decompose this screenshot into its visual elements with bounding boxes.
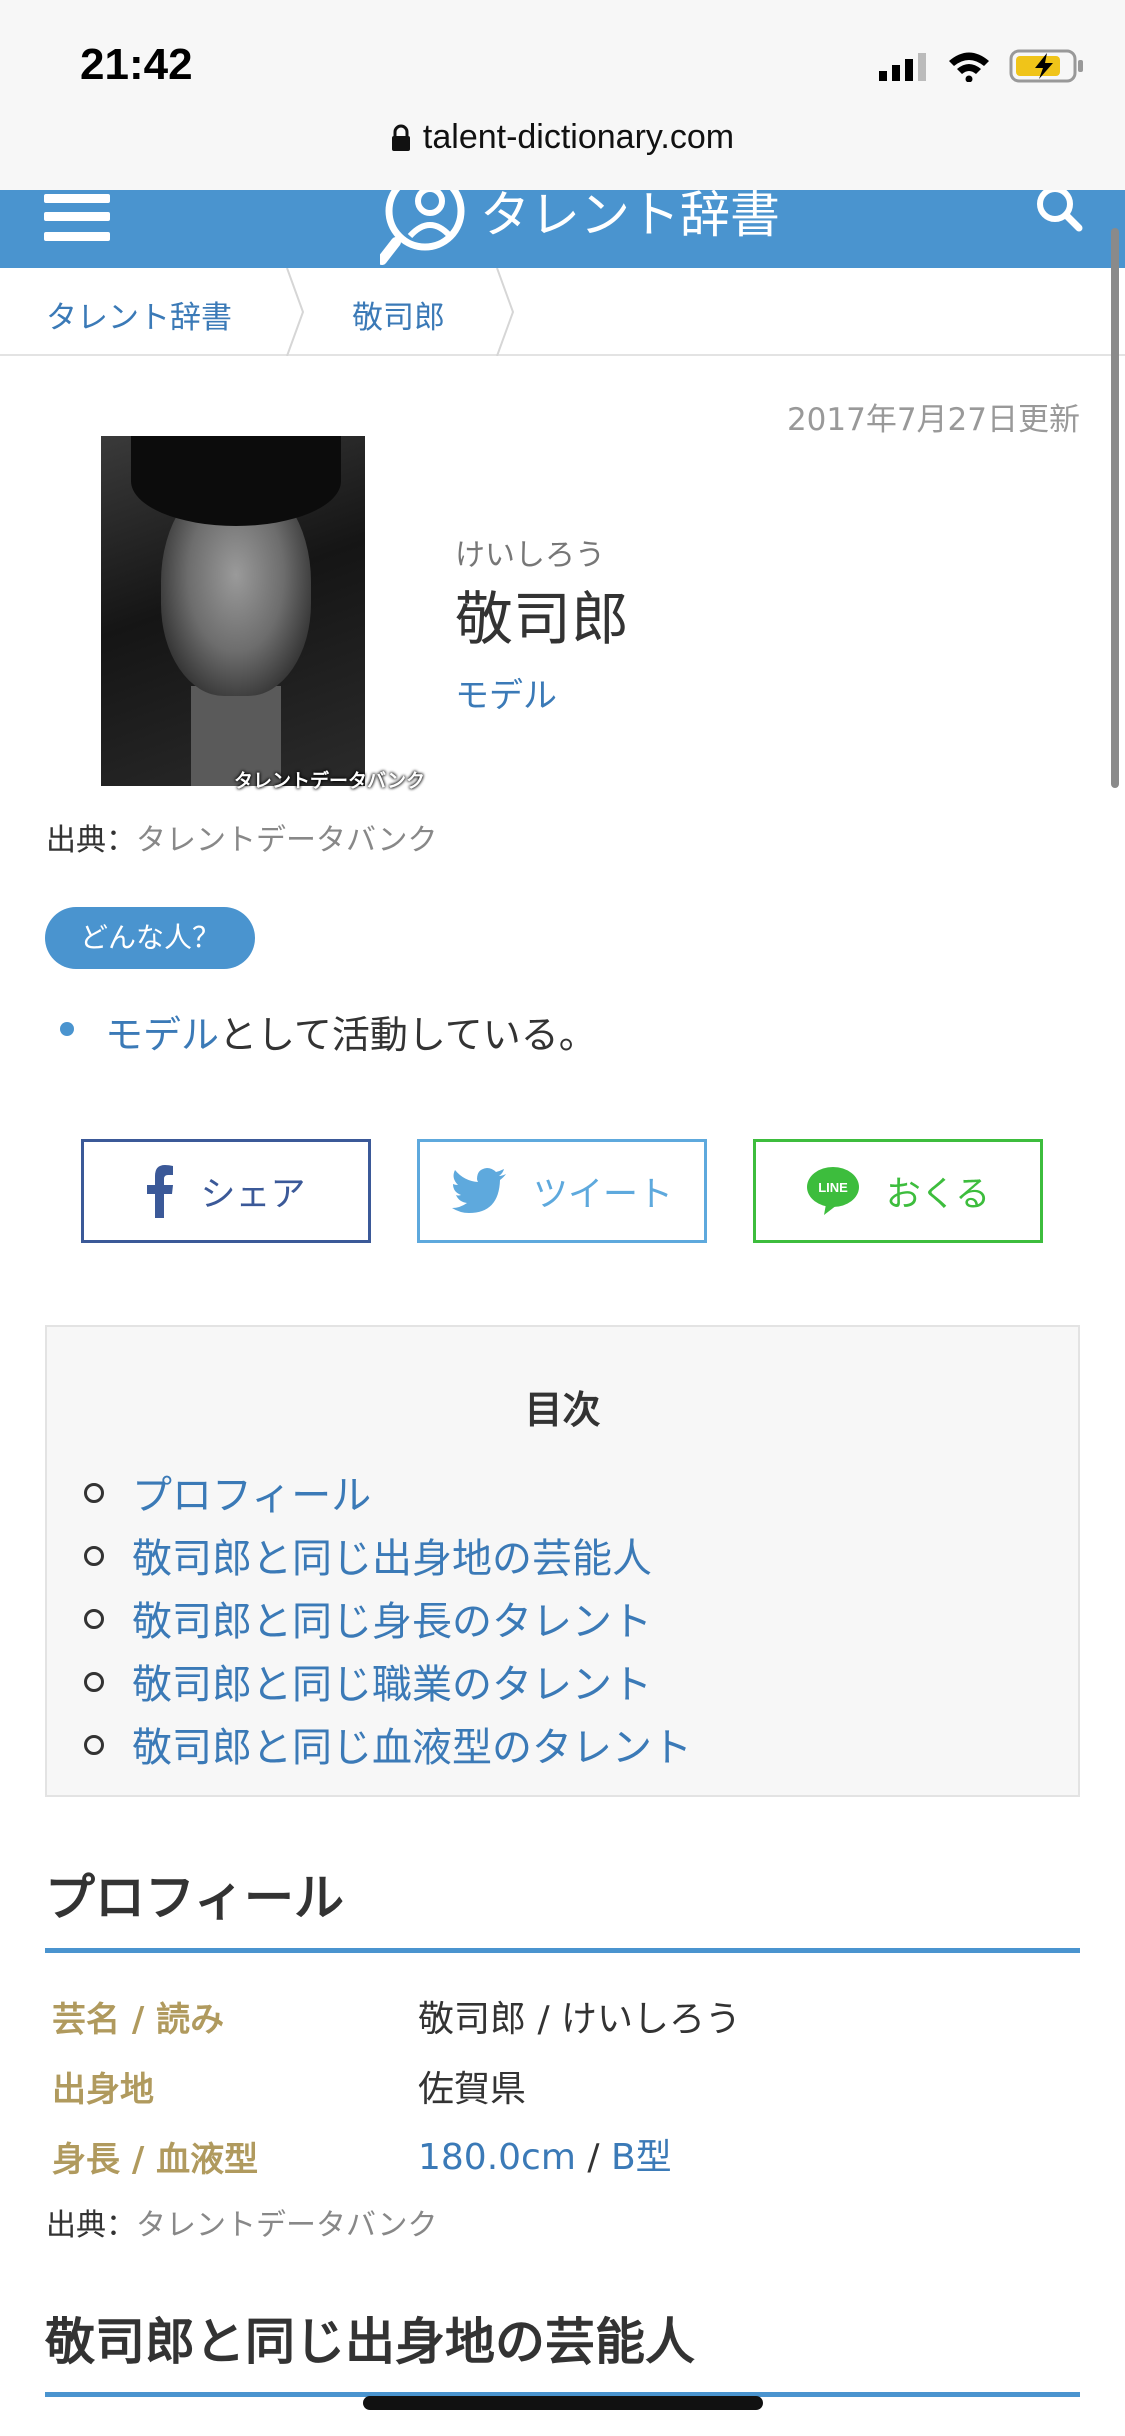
bullet-icon	[60, 1022, 74, 1036]
updated-date: 2017年7月27日更新	[786, 402, 1080, 438]
site-header: タレント辞書	[0, 190, 1125, 268]
summary-rest: として活動している。	[219, 1013, 597, 1057]
toc-title: 目次	[524, 1388, 601, 1432]
hamburger-menu-icon[interactable]	[44, 190, 110, 250]
toc-bullet-icon	[84, 1609, 104, 1629]
talent-photo	[101, 436, 365, 786]
line-share-label: おくる	[885, 1174, 991, 1215]
profile-value: 佐賀県	[418, 2069, 527, 2110]
lock-icon	[391, 124, 410, 151]
name-reading: けいしろう	[455, 538, 605, 573]
toc-item[interactable]: 敬司郎と同じ職業のタレント	[132, 1652, 652, 1710]
line-logo-text: LINE	[818, 1180, 848, 1195]
twitter-bird-icon	[451, 1168, 506, 1213]
occupation-link[interactable]: モデル	[455, 668, 557, 717]
address-bar[interactable]: talent-dictionary.com	[0, 118, 1125, 157]
search-icon[interactable]	[1035, 190, 1085, 234]
status-time: 21:42	[80, 40, 193, 89]
signal-icon	[879, 53, 926, 81]
toc-item[interactable]: プロフィール	[132, 1463, 371, 1521]
breadcrumb-separator-icon	[286, 268, 305, 356]
line-icon: LINE	[806, 1167, 859, 1215]
heading-underline	[45, 1948, 1080, 1953]
facebook-share-button[interactable]: シェア	[81, 1139, 371, 1243]
home-indicator[interactable]	[363, 2396, 763, 2410]
profile-label: 出身地	[52, 2070, 154, 2110]
who-badge: どんな人？	[45, 907, 255, 969]
wifi-icon	[949, 52, 989, 82]
breadcrumb: タレント辞書 敬司郎	[0, 268, 1125, 356]
source-label: 出典：	[46, 2208, 136, 2243]
toc-bullet-icon	[84, 1672, 104, 1692]
blood-type-link[interactable]: B型	[611, 2137, 672, 2178]
same-birthplace-heading: 敬司郎と同じ出身地の芸能人	[45, 2313, 695, 2371]
line-share-button[interactable]: LINE おくる	[753, 1139, 1043, 1243]
twitter-share-button[interactable]: ツイート	[417, 1139, 707, 1243]
logo-text: タレント辞書	[480, 190, 780, 244]
summary-occupation-link[interactable]: モデル	[105, 1013, 219, 1057]
talent-name: 敬司郎	[455, 585, 630, 653]
site-logo[interactable]: タレント辞書	[380, 190, 780, 266]
scrollbar[interactable]	[1111, 228, 1119, 788]
summary-text: モデルとして活動している。	[105, 1004, 597, 1059]
table-of-contents: 目次 プロフィール 敬司郎と同じ出身地の芸能人 敬司郎と同じ身長のタレント 敬司…	[45, 1325, 1080, 1797]
profile-label: 身長 / 血液型	[52, 2140, 259, 2180]
toc-item[interactable]: 敬司郎と同じ身長のタレント	[132, 1589, 652, 1647]
toc-bullet-icon	[84, 1546, 104, 1566]
breadcrumb-separator-icon	[496, 268, 515, 356]
person-search-icon	[380, 190, 465, 265]
breadcrumb-home[interactable]: タレント辞書	[46, 292, 232, 337]
profile-label: 芸名 / 読み	[52, 2000, 225, 2040]
facebook-share-label: シェア	[200, 1174, 306, 1215]
battery-icon	[1009, 49, 1083, 83]
profile-source: 出典：タレントデータバンク	[46, 2200, 438, 2244]
url-text: talent-dictionary.com	[422, 118, 735, 156]
toc-bullet-icon	[84, 1483, 104, 1503]
profile-value: 敬司郎 / けいしろう	[418, 1999, 742, 2040]
value-separator: /	[575, 2137, 611, 2178]
twitter-share-label: ツイート	[532, 1174, 673, 1215]
source-name: タレントデータバンク	[136, 2208, 438, 2243]
profile-heading: プロフィール	[45, 1869, 344, 1927]
height-link[interactable]: 180.0cm	[418, 2137, 576, 2178]
source-name: タレントデータバンク	[136, 823, 438, 858]
profile-value: 180.0cm / B型	[418, 2128, 672, 2180]
photo-watermark: タレントデータバンク	[234, 770, 425, 792]
toc-item[interactable]: 敬司郎と同じ血液型のタレント	[132, 1715, 692, 1773]
status-bar: 21:42 talent-dictionary.com	[0, 0, 1125, 190]
facebook-icon	[147, 1165, 174, 1218]
photo-source: 出典：タレントデータバンク	[46, 815, 438, 859]
toc-bullet-icon	[84, 1735, 104, 1755]
source-label: 出典：	[46, 823, 136, 858]
breadcrumb-current[interactable]: 敬司郎	[352, 292, 445, 337]
status-icons	[879, 48, 1085, 84]
toc-item[interactable]: 敬司郎と同じ出身地の芸能人	[132, 1526, 652, 1584]
